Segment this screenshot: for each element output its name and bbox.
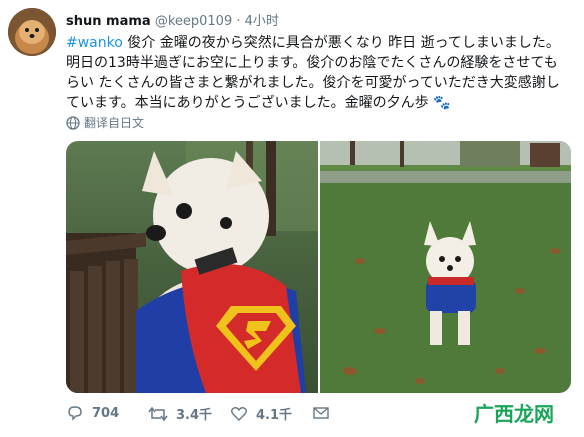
tweet-photo-dog-on-grass[interactable] (320, 141, 571, 393)
reply-count: 704 (92, 405, 120, 421)
avatar[interactable] (8, 8, 56, 56)
user-handle[interactable]: @keep0109 (155, 14, 232, 29)
tweet-timestamp[interactable]: 4小时 (245, 14, 279, 29)
retweet-button[interactable]: 3.4千 (148, 404, 212, 423)
tweet-photo-dog-on-bench[interactable] (66, 141, 318, 393)
like-count: 4.1千 (256, 408, 293, 423)
separator-dot: · (236, 14, 241, 29)
watermark-logo: 广西龙网 (474, 402, 554, 426)
tweet-header: shun mama @keep0109 · 4小时 (66, 10, 279, 29)
tweet-text-body: 俊介 金曜の夜から突然に具合が悪くなり 昨日 逝ってしまいました。明日の13時半… (66, 35, 560, 111)
like-button[interactable]: 4.1千 (230, 404, 292, 423)
avatar-dog-photo (8, 8, 56, 56)
direct-message-button[interactable] (312, 404, 330, 422)
reply-icon (68, 406, 82, 421)
envelope-icon (313, 407, 329, 419)
globe-icon (66, 115, 80, 130)
dog-on-grass-photo (320, 141, 571, 393)
tweet-text: #wanko 俊介 金曜の夜から突然に具合が悪くなり 昨日 逝ってしまいました。… (66, 33, 566, 113)
reply-button[interactable]: 704 (66, 404, 119, 422)
display-name[interactable]: shun mama (66, 14, 151, 29)
retweet-count: 3.4千 (176, 408, 213, 423)
translate-link[interactable]: 翻译自日文 (66, 114, 144, 131)
retweet-icon (148, 406, 168, 421)
dog-on-bench-photo (66, 141, 318, 393)
hashtag-link[interactable]: #wanko (66, 35, 123, 51)
translate-label: 翻译自日文 (84, 116, 145, 130)
heart-icon (231, 406, 247, 421)
paw-emoji: 🐾 (433, 95, 451, 111)
